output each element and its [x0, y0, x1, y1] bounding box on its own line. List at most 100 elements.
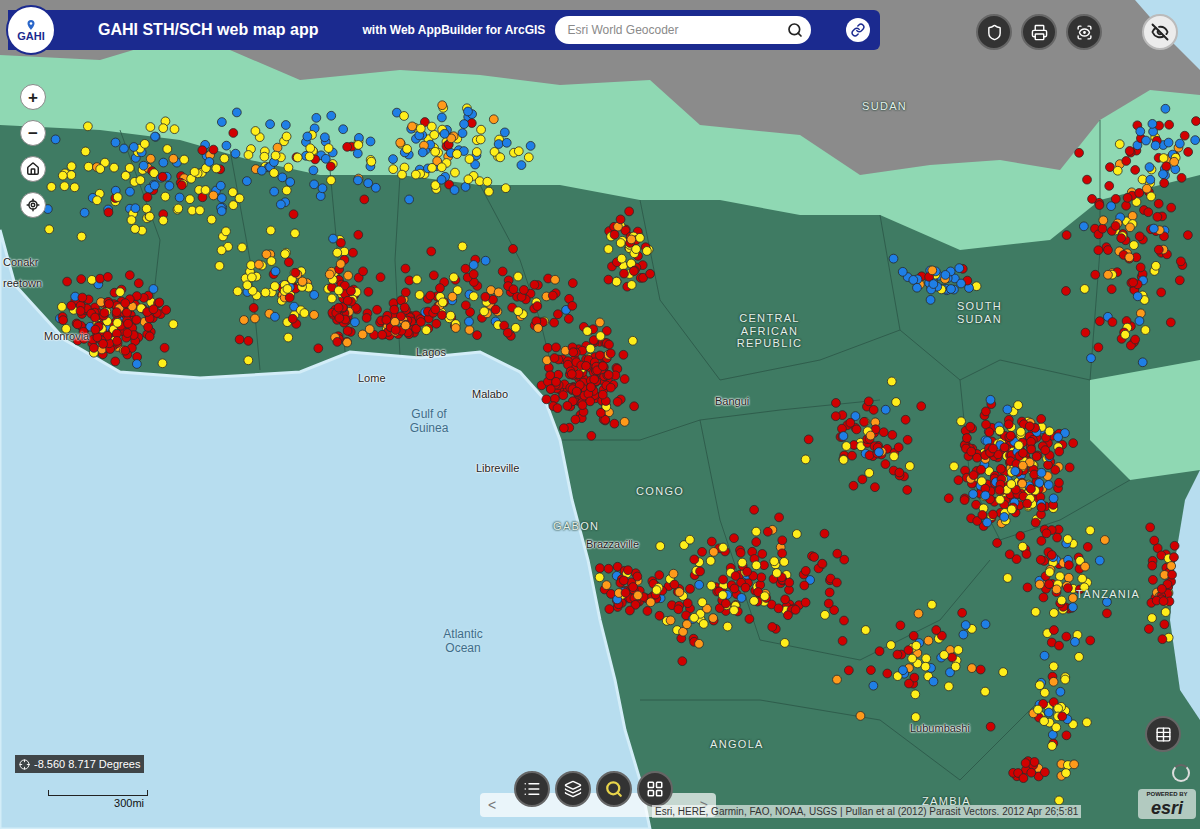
survey-site-dot[interactable] [78, 293, 87, 302]
survey-site-dot[interactable] [820, 529, 829, 538]
survey-site-dot[interactable] [695, 639, 704, 648]
survey-site-dot[interactable] [1154, 245, 1163, 254]
survey-site-dot[interactable] [47, 182, 56, 191]
survey-site-dot[interactable] [485, 187, 494, 196]
survey-site-dot[interactable] [159, 158, 168, 167]
survey-site-dot[interactable] [1052, 585, 1061, 594]
survey-site-dot[interactable] [743, 567, 752, 576]
survey-site-dot[interactable] [905, 462, 914, 471]
survey-site-dot[interactable] [438, 101, 447, 110]
survey-site-dot[interactable] [985, 428, 994, 437]
survey-site-dot[interactable] [132, 360, 141, 369]
survey-site-dot[interactable] [636, 233, 645, 242]
survey-site-dot[interactable] [198, 146, 207, 155]
survey-site-dot[interactable] [514, 307, 523, 316]
survey-site-dot[interactable] [709, 614, 718, 623]
survey-site-dot[interactable] [778, 536, 787, 545]
survey-site-dot[interactable] [865, 451, 874, 460]
survey-site-dot[interactable] [438, 298, 447, 307]
survey-site-dot[interactable] [282, 186, 291, 195]
survey-site-dot[interactable] [1011, 467, 1020, 476]
survey-site-dot[interactable] [866, 431, 875, 440]
survey-site-dot[interactable] [978, 511, 987, 520]
survey-site-dot[interactable] [129, 143, 138, 152]
survey-site-dot[interactable] [903, 486, 912, 495]
survey-site-dot[interactable] [151, 132, 160, 141]
survey-site-dot[interactable] [353, 149, 362, 158]
survey-site-dot[interactable] [169, 320, 178, 329]
survey-site-dot[interactable] [643, 607, 652, 616]
survey-site-dot[interactable] [1006, 431, 1015, 440]
survey-site-dot[interactable] [1113, 166, 1122, 175]
survey-site-dot[interactable] [63, 277, 72, 286]
survey-site-dot[interactable] [784, 611, 793, 620]
survey-site-dot[interactable] [291, 229, 300, 238]
survey-site-dot[interactable] [503, 328, 512, 337]
survey-site-dot[interactable] [625, 207, 634, 216]
survey-site-dot[interactable] [134, 279, 143, 288]
survey-site-dot[interactable] [51, 135, 60, 144]
survey-site-dot[interactable] [1035, 580, 1044, 589]
survey-site-dot[interactable] [1045, 580, 1054, 589]
survey-site-dot[interactable] [446, 311, 455, 320]
survey-site-dot[interactable] [881, 460, 890, 469]
survey-site-dot[interactable] [1159, 597, 1168, 606]
survey-site-dot[interactable] [91, 313, 100, 322]
survey-site-dot[interactable] [1027, 445, 1036, 454]
survey-site-dot[interactable] [1047, 551, 1056, 560]
survey-site-dot[interactable] [401, 288, 410, 297]
survey-site-dot[interactable] [989, 444, 998, 453]
survey-site-dot[interactable] [619, 576, 628, 585]
survey-site-dot[interactable] [328, 294, 337, 303]
survey-site-dot[interactable] [1086, 526, 1095, 535]
survey-site-dot[interactable] [111, 138, 120, 147]
survey-site-dot[interactable] [359, 267, 368, 276]
survey-site-dot[interactable] [464, 175, 473, 184]
survey-site-dot[interactable] [1055, 641, 1064, 650]
survey-site-dot[interactable] [1045, 568, 1054, 577]
survey-site-dot[interactable] [706, 556, 715, 565]
survey-site-dot[interactable] [267, 257, 276, 266]
survey-site-dot[interactable] [1175, 139, 1184, 148]
survey-site-dot[interactable] [149, 180, 158, 189]
survey-site-dot[interactable] [422, 326, 431, 335]
survey-site-dot[interactable] [610, 230, 619, 239]
survey-site-dot[interactable] [235, 335, 244, 344]
survey-site-dot[interactable] [707, 537, 716, 546]
survey-site-dot[interactable] [1064, 584, 1073, 593]
survey-site-dot[interactable] [1104, 246, 1113, 255]
survey-site-dot[interactable] [617, 254, 626, 263]
survey-site-dot[interactable] [1167, 562, 1176, 571]
survey-site-dot[interactable] [411, 170, 420, 179]
survey-site-dot[interactable] [912, 641, 921, 650]
survey-site-dot[interactable] [145, 212, 154, 221]
survey-site-dot[interactable] [736, 548, 745, 557]
survey-site-dot[interactable] [1045, 427, 1054, 436]
survey-site-dot[interactable] [247, 261, 256, 270]
survey-site-dot[interactable] [839, 432, 848, 441]
survey-site-dot[interactable] [177, 181, 186, 190]
survey-site-dot[interactable] [310, 291, 319, 300]
survey-site-dot[interactable] [559, 391, 568, 400]
survey-site-dot[interactable] [568, 279, 577, 288]
survey-site-dot[interactable] [343, 327, 352, 336]
survey-site-dot[interactable] [1048, 742, 1057, 751]
survey-site-dot[interactable] [1135, 317, 1144, 326]
survey-site-dot[interactable] [1164, 138, 1173, 147]
survey-site-dot[interactable] [858, 475, 867, 484]
survey-site-dot[interactable] [1125, 253, 1134, 262]
survey-site-dot[interactable] [1128, 212, 1137, 221]
survey-site-dot[interactable] [587, 383, 596, 392]
survey-site-dot[interactable] [1170, 553, 1179, 562]
survey-site-dot[interactable] [801, 566, 810, 575]
survey-site-dot[interactable] [1175, 276, 1184, 285]
survey-site-dot[interactable] [604, 245, 613, 254]
survey-site-dot[interactable] [222, 227, 231, 236]
survey-site-dot[interactable] [1098, 224, 1107, 233]
survey-site-dot[interactable] [257, 166, 266, 175]
survey-site-dot[interactable] [582, 362, 591, 371]
survey-site-dot[interactable] [476, 135, 485, 144]
survey-site-dot[interactable] [772, 569, 781, 578]
survey-site-dot[interactable] [1039, 593, 1048, 602]
survey-site-dot[interactable] [986, 722, 995, 731]
